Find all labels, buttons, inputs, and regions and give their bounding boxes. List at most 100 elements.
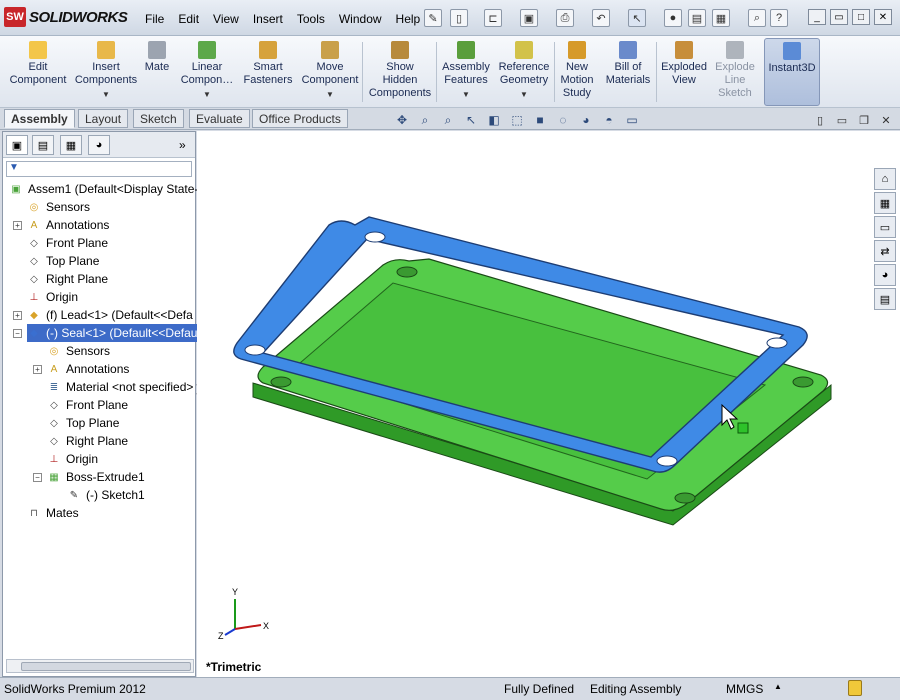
section-view-icon[interactable]: ◧ <box>485 111 503 129</box>
tree-node[interactable]: ◎ Sensors <box>27 198 90 216</box>
tree-node[interactable]: ◆ (f) Lead<1> (Default<<Defa <box>27 306 193 324</box>
help-icon[interactable]: ? <box>770 9 788 27</box>
menu-file[interactable]: File <box>138 8 171 30</box>
file-properties-icon[interactable]: ▤ <box>688 9 706 27</box>
tree-node[interactable]: ◇ Top Plane <box>27 252 99 270</box>
ribbon-button-instant3d[interactable]: Instant3D <box>764 38 820 106</box>
menu-insert[interactable]: Insert <box>246 8 290 30</box>
solidworks-resources-icon[interactable]: ⌂ <box>874 168 896 190</box>
print-icon[interactable]: ⎙ <box>556 9 574 27</box>
ribbon-button-new-motion-study[interactable]: New Motion Study <box>558 38 596 106</box>
undo-icon[interactable]: ↶ <box>592 9 610 27</box>
options-icon[interactable]: ▦ <box>712 9 730 27</box>
open-icon[interactable]: ⊏ <box>484 9 502 27</box>
search-commands-icon[interactable]: ⌕ <box>748 9 766 27</box>
menu-view[interactable]: View <box>206 8 246 30</box>
menu-help[interactable]: Help <box>389 8 428 30</box>
tab-layout[interactable]: Layout <box>78 109 129 128</box>
tree-node[interactable]: ◇ Front Plane <box>27 234 108 252</box>
tile-vertical-icon[interactable]: ▭ <box>834 113 850 127</box>
new-document-icon[interactable]: ▯ <box>450 9 468 27</box>
apply-scene-icon[interactable]: ◓ <box>600 111 618 129</box>
dropdown-arrow-icon[interactable]: ▼ <box>326 88 334 101</box>
ribbon-button-assembly-features[interactable]: Assembly Features ▼ <box>440 38 492 106</box>
doc-restore-icon[interactable]: ❐ <box>856 113 872 127</box>
view-orientation-icon[interactable]: ⬚ <box>508 111 526 129</box>
dropdown-arrow-icon[interactable]: ▼ <box>203 88 211 101</box>
tree-node[interactable]: ⊓ Mates <box>27 504 79 522</box>
tree-node[interactable]: ▣ Assem1 (Default<Display State- <box>9 180 198 198</box>
move-icon[interactable]: ✥ <box>393 111 411 129</box>
tree-node[interactable]: ◆ (-) Seal<1> (Default<<Defau <box>27 324 204 342</box>
view-palette-icon[interactable]: ⇄ <box>874 240 896 262</box>
minimize-button[interactable]: _ <box>808 9 826 25</box>
tab-office-products[interactable]: Office Products <box>252 109 348 128</box>
tree-node[interactable]: ▦ Boss-Extrude1 <box>47 468 144 486</box>
ribbon-button-smart-fasteners[interactable]: Smart Fasteners <box>241 38 295 106</box>
ribbon-button-exploded-view[interactable]: Exploded View <box>658 38 710 106</box>
dropdown-arrow-icon[interactable]: ▼ <box>520 88 528 101</box>
previous-view-icon[interactable]: ↖ <box>462 111 480 129</box>
ribbon-button-edit-component[interactable]: Edit Component <box>8 38 68 106</box>
expand-panel-icon[interactable]: » <box>179 138 186 152</box>
tab-sketch[interactable]: Sketch <box>133 109 184 128</box>
ribbon-button-mate[interactable]: Mate <box>142 38 172 106</box>
graphics-area[interactable]: Y X Z <box>197 131 900 677</box>
tree-node[interactable]: A Annotations <box>47 360 130 378</box>
hide-show-items-icon[interactable]: ◌ <box>554 111 572 129</box>
tree-node[interactable]: ◇ Front Plane <box>47 396 128 414</box>
edit-appearance-icon[interactable]: ◕ <box>577 111 595 129</box>
tag-icon[interactable] <box>848 680 862 696</box>
restore-button[interactable]: ▭ <box>830 9 848 25</box>
ribbon-button-show-hidden-components[interactable]: Show Hidden Components <box>368 38 432 106</box>
scrollbar-thumb[interactable] <box>21 662 191 671</box>
tree-expander-icon[interactable]: − <box>13 329 22 338</box>
tile-icon[interactable]: ▯ <box>812 113 828 127</box>
ribbon-button-move-component[interactable]: Move Component ▼ <box>300 38 360 106</box>
ribbon-button-explode-line-sketch[interactable]: Explode Line Sketch <box>712 38 758 106</box>
tree-expander-icon[interactable]: + <box>33 365 42 374</box>
design-library-icon[interactable]: ▦ <box>874 192 896 214</box>
zoom-to-fit-icon[interactable]: ⌕ <box>416 111 434 129</box>
panel-horizontal-scrollbar[interactable] <box>6 659 194 673</box>
menu-window[interactable]: Window <box>332 8 389 30</box>
dropdown-arrow-icon[interactable]: ▼ <box>462 88 470 101</box>
tab-evaluate[interactable]: Evaluate <box>189 109 250 128</box>
tree-node[interactable]: A Annotations <box>27 216 110 234</box>
view-settings-icon[interactable]: ▭ <box>623 111 641 129</box>
tree-node[interactable]: ⊥ Origin <box>47 450 98 468</box>
tree-expander-icon[interactable]: − <box>33 473 42 482</box>
display-manager-tab-icon[interactable]: ◕ <box>88 135 110 155</box>
tree-node[interactable]: ⊥ Origin <box>27 288 78 306</box>
tree-expander-icon[interactable]: + <box>13 311 22 320</box>
tree-node[interactable]: ◎ Sensors <box>47 342 110 360</box>
doc-close-icon[interactable]: ✕ <box>878 113 894 127</box>
zoom-to-area-icon[interactable]: ⌕ <box>439 111 457 129</box>
custom-properties-icon[interactable]: ▤ <box>874 288 896 310</box>
tab-assembly[interactable]: Assembly <box>4 109 75 128</box>
tree-node[interactable]: ≣ Material <not specified> <box>47 378 194 396</box>
maximize-button[interactable]: □ <box>852 9 870 25</box>
filter-input[interactable]: ▼ <box>6 161 192 177</box>
tree-node[interactable]: ◇ Right Plane <box>27 270 108 288</box>
close-button[interactable]: ✕ <box>874 9 892 25</box>
property-manager-tab-icon[interactable]: ▤ <box>32 135 54 155</box>
tree-expander-icon[interactable]: + <box>13 221 22 230</box>
select-icon[interactable]: ↖ <box>628 9 646 27</box>
ribbon-button-bill-of-materials[interactable]: Bill of Materials <box>602 38 654 106</box>
save-icon[interactable]: ▣ <box>520 9 538 27</box>
units-dropdown-icon[interactable]: ▲ <box>774 682 782 691</box>
solidworks-logo[interactable]: SW SOLIDWORKS <box>4 7 128 27</box>
tree-node[interactable]: ✎ (-) Sketch1 <box>67 486 145 504</box>
feature-manager-tab-icon[interactable]: ▣ <box>6 135 28 155</box>
ribbon-button-reference-geometry[interactable]: Reference Geometry ▼ <box>497 38 551 106</box>
status-units[interactable]: MMGS <box>726 682 763 696</box>
tree-node[interactable]: ◇ Right Plane <box>47 432 128 450</box>
configuration-manager-tab-icon[interactable]: ▦ <box>60 135 82 155</box>
appearances-icon[interactable]: ◕ <box>874 264 896 286</box>
rebuild-icon[interactable]: ● <box>664 9 682 27</box>
ribbon-button-insert-components[interactable]: Insert Components ▼ <box>74 38 138 106</box>
dropdown-arrow-icon[interactable]: ▼ <box>102 88 110 101</box>
file-explorer-icon[interactable]: ▭ <box>874 216 896 238</box>
tree-node[interactable]: ◇ Top Plane <box>47 414 119 432</box>
